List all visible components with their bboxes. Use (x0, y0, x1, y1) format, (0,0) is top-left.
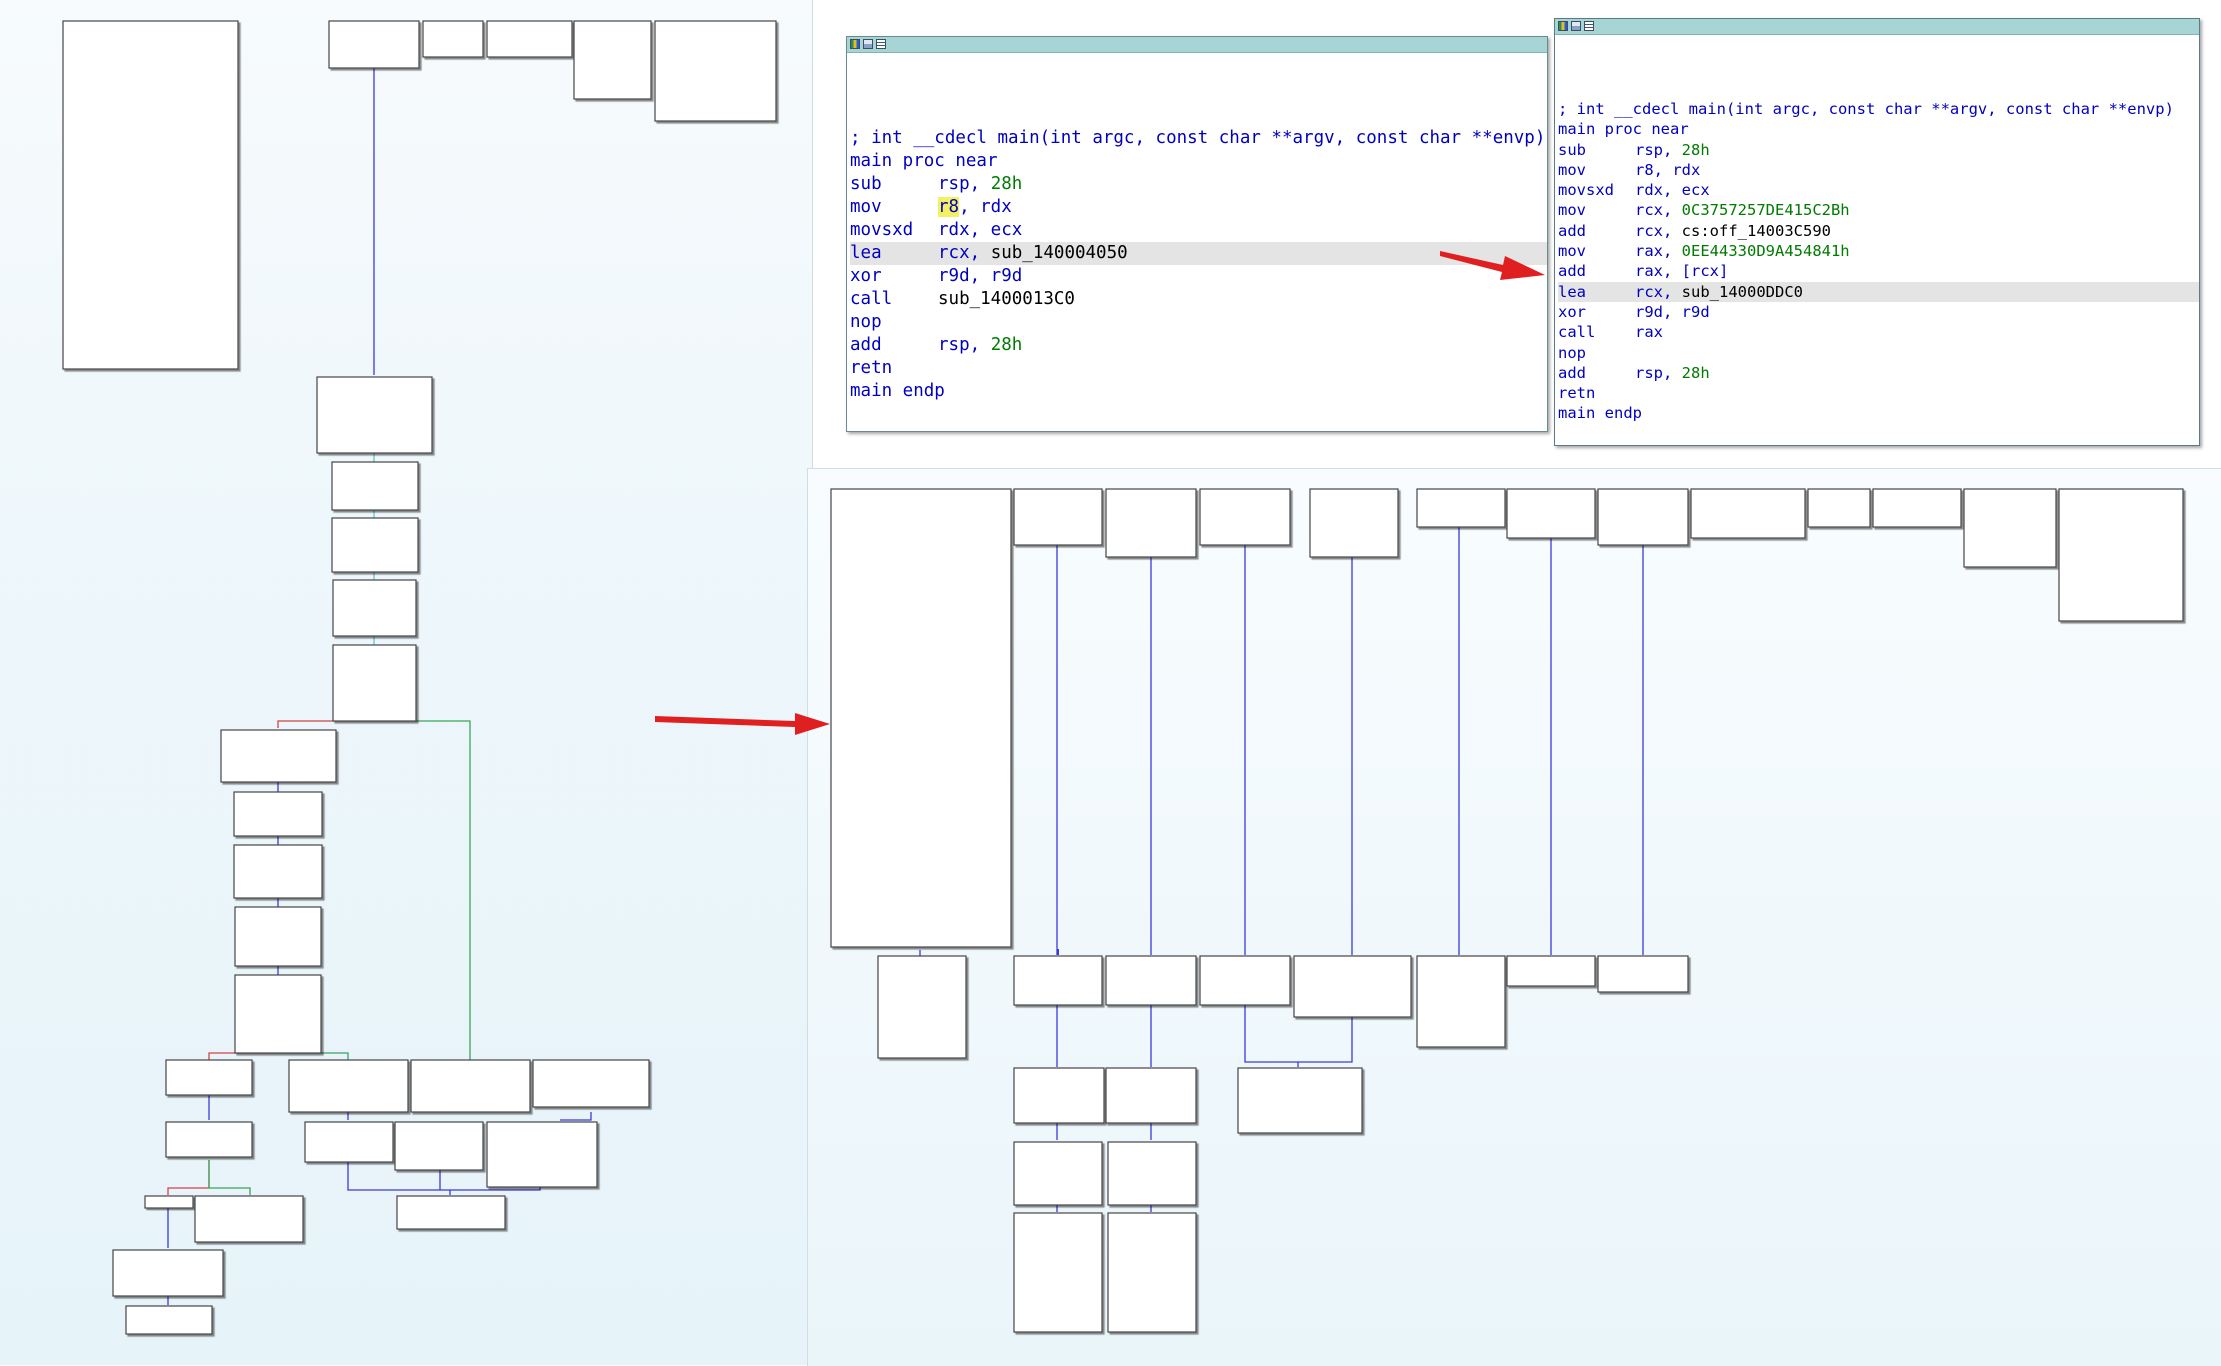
annotation-arrows (655, 251, 1545, 735)
arrow-icon (1440, 251, 1545, 280)
arrow-icon (655, 713, 830, 735)
